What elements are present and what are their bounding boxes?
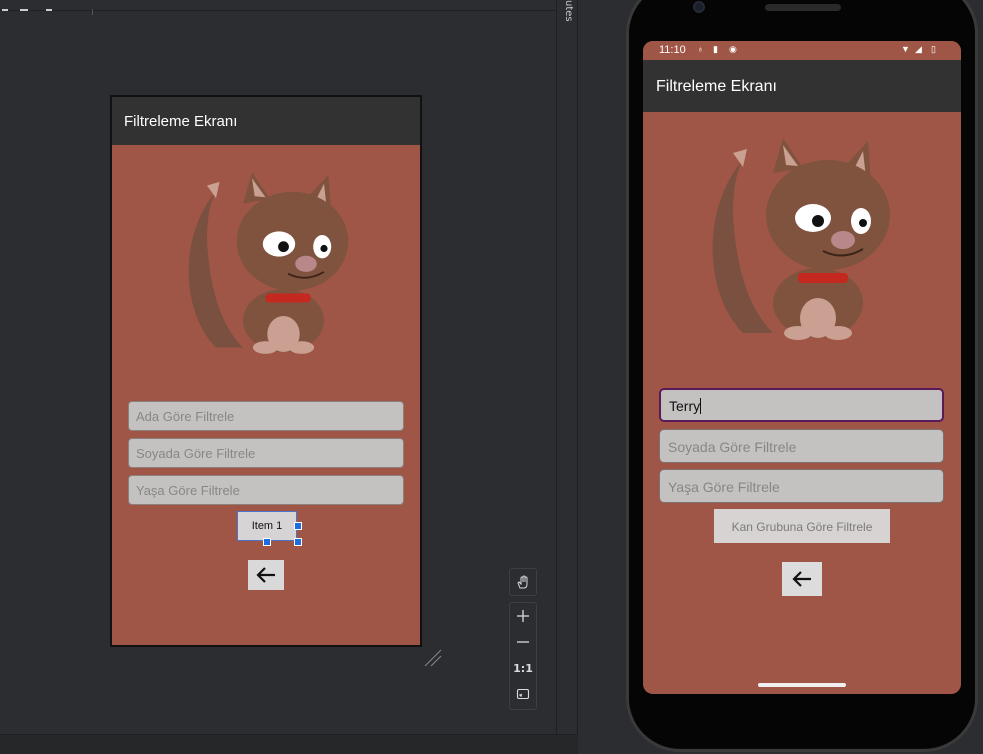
app-bar: Filtreleme Ekranı [643, 60, 961, 112]
status-bar: 11:10 ♁ ▮ ◉ ▼ ◢ ▯ [643, 41, 961, 60]
design-age-filter-input[interactable]: Yaşa Göre Filtrele [128, 475, 404, 505]
gesture-nav-bar[interactable] [758, 683, 846, 687]
resize-handle-bottom[interactable] [263, 538, 271, 546]
actual-size-button[interactable]: 1:1 [510, 655, 536, 681]
battery-icon: ▯ [931, 44, 936, 54]
zoom-in-button[interactable] [510, 603, 536, 629]
notification-icon: ◉ [729, 44, 737, 54]
surname-filter-input[interactable]: Soyada Göre Filtrele [659, 429, 944, 463]
hand-icon [517, 575, 528, 589]
cat-image[interactable] [180, 167, 360, 357]
editor-status-bar [0, 734, 578, 754]
layout-editor: Filtreleme Ekranı Ada Göre Filtrele Soya… [0, 0, 556, 754]
resize-handle-right[interactable] [294, 522, 302, 530]
back-button[interactable] [782, 562, 822, 596]
cat-image[interactable] [703, 133, 903, 343]
arrow-left-icon [256, 567, 275, 583]
name-filter-value: Terry [669, 398, 701, 414]
plus-icon [517, 610, 529, 622]
minus-icon [517, 641, 529, 643]
fit-screen-icon [516, 688, 530, 700]
camera-icon [693, 1, 705, 13]
resize-handle-corner[interactable] [294, 538, 302, 546]
arrow-left-icon [792, 571, 811, 587]
speaker-grille [765, 4, 841, 11]
design-app-title: Filtreleme Ekranı [124, 113, 238, 130]
text-caret [700, 398, 702, 414]
editor-toolbar [0, 0, 556, 15]
resize-grip-icon[interactable] [423, 648, 443, 668]
design-surname-filter-input[interactable]: Soyada Göre Filtrele [128, 438, 404, 468]
blood-type-filter-button[interactable]: Kan Grubuna Göre Filtrele [714, 509, 890, 543]
zoom-out-button[interactable] [510, 629, 536, 655]
pan-button[interactable] [509, 568, 537, 596]
design-name-filter-input[interactable]: Ada Göre Filtrele [128, 401, 404, 431]
sd-card-icon: ▮ [713, 44, 718, 54]
sync-icon: ♁ [697, 44, 704, 54]
design-preview-screen[interactable]: Filtreleme Ekranı Ada Göre Filtrele Soya… [110, 95, 422, 647]
age-filter-input[interactable]: Yaşa Göre Filtrele [659, 469, 944, 503]
wifi-icon: ▼ [901, 44, 910, 54]
zoom-controls: 1:1 [509, 602, 537, 710]
toolbar-fragment-icon [2, 9, 93, 15]
fit-screen-button[interactable] [510, 681, 536, 707]
zoom-toolbar: 1:1 [509, 568, 537, 710]
attributes-tab-label[interactable]: utes [560, 0, 574, 30]
design-blood-type-spinner[interactable]: Item 1 [237, 511, 297, 541]
design-back-button[interactable] [248, 560, 284, 590]
status-time: 11:10 [659, 44, 686, 56]
app-title: Filtreleme Ekranı [656, 78, 777, 95]
signal-icon: ◢ [915, 44, 922, 54]
design-app-bar: Filtreleme Ekranı [112, 97, 420, 145]
name-filter-input[interactable]: Terry [659, 388, 944, 422]
emulator-screen[interactable]: 11:10 ♁ ▮ ◉ ▼ ◢ ▯ Filtreleme Ekranı Terr… [643, 41, 961, 694]
attributes-side-panel[interactable] [556, 0, 578, 734]
